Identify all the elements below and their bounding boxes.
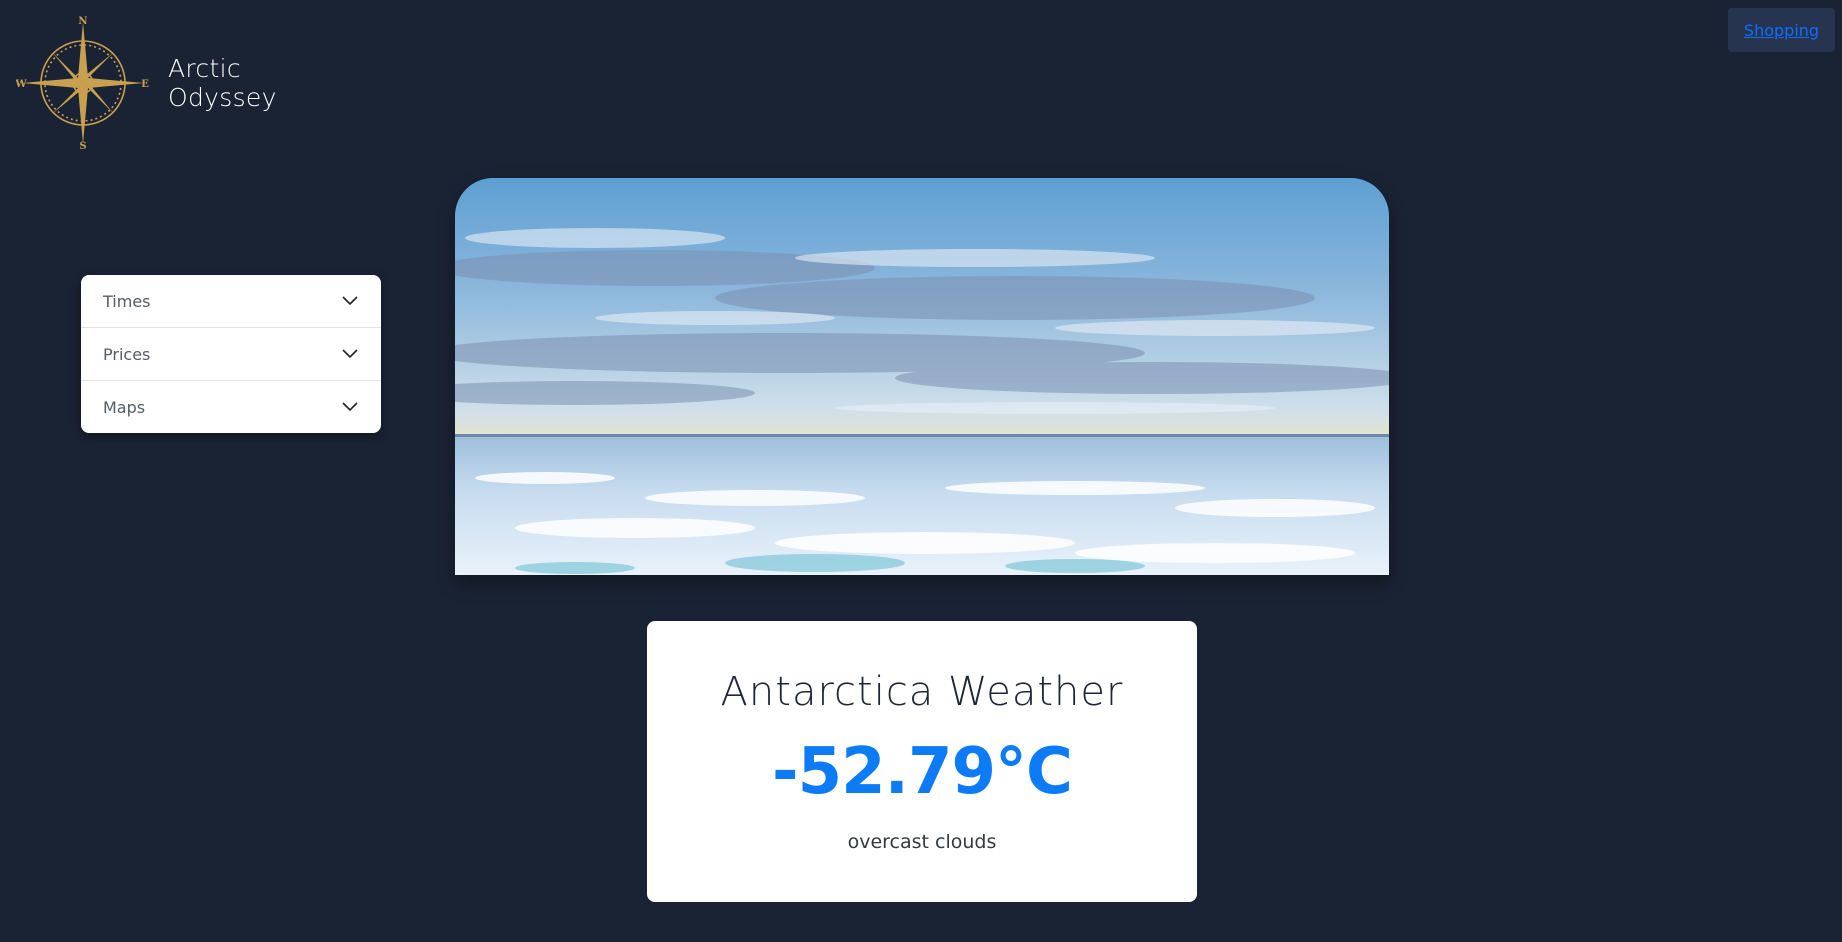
compass-e-letter: E: [141, 79, 149, 90]
hero-image: [455, 178, 1389, 575]
compass-s-letter: S: [79, 141, 86, 150]
chevron-down-icon: [342, 349, 358, 359]
weather-card: Antarctica Weather -52.79°C overcast clo…: [647, 621, 1197, 902]
page: N S W E Arctic Odyssey Shopping Times Pr…: [0, 0, 1842, 942]
accordion: Times Prices Maps: [81, 275, 381, 433]
arctic-sea-ice-image: [455, 178, 1389, 575]
accordion-item-prices[interactable]: Prices: [81, 328, 381, 381]
weather-temperature: -52.79°C: [772, 735, 1073, 809]
brand-line-1: Arctic: [168, 54, 241, 83]
weather-description: overcast clouds: [847, 831, 997, 853]
compass-w-letter: W: [16, 79, 27, 90]
chevron-down-icon: [342, 402, 358, 412]
weather-title: Antarctica Weather: [720, 669, 1124, 715]
accordion-item-maps[interactable]: Maps: [81, 381, 381, 433]
accordion-item-times[interactable]: Times: [81, 275, 381, 328]
brand-name: Arctic Odyssey: [168, 54, 277, 112]
accordion-item-label: Prices: [103, 344, 151, 364]
compass-n-letter: N: [78, 16, 87, 27]
chevron-down-icon: [342, 296, 358, 306]
accordion-item-label: Times: [103, 291, 151, 311]
accordion-item-label: Maps: [103, 397, 146, 417]
compass-rose-icon: N S W E: [16, 16, 149, 150]
brand-line-2: Odyssey: [168, 83, 277, 112]
logo[interactable]: N S W E Arctic Odyssey: [16, 16, 277, 150]
shopping-link[interactable]: Shopping: [1728, 8, 1835, 52]
